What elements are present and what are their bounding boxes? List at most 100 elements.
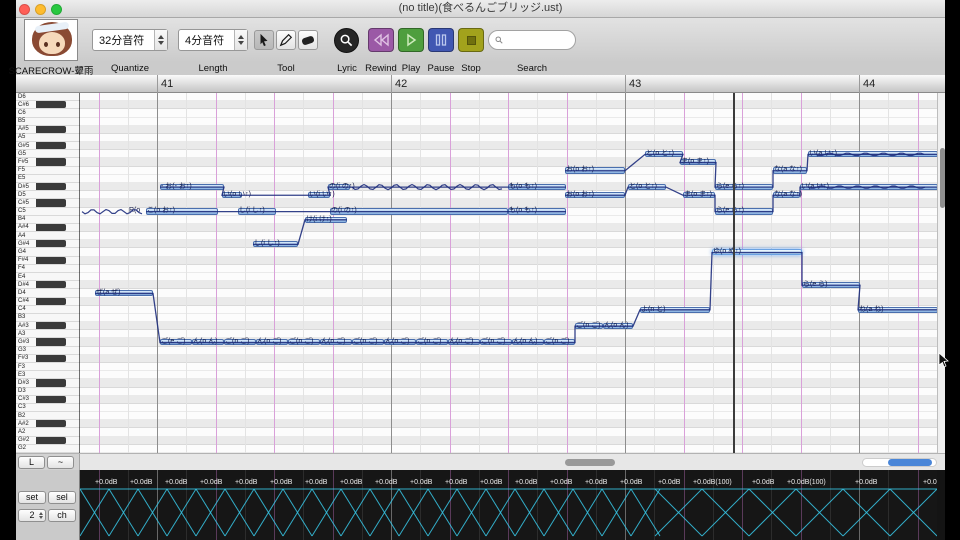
envelope-scrollbar-thumb[interactable] bbox=[888, 459, 932, 466]
piano-key-F#3[interactable]: F#3 bbox=[16, 354, 80, 363]
piano-key-A#3[interactable]: A#3 bbox=[16, 322, 80, 331]
piano-key-D5[interactable]: D5 bbox=[16, 191, 80, 200]
piano-key-A#2[interactable]: A#2 bbox=[16, 420, 80, 429]
piano-key-A#5[interactable]: A#5 bbox=[16, 125, 80, 134]
note-lyric: な(a な↑) bbox=[774, 190, 802, 198]
close-window-button[interactable] bbox=[19, 3, 30, 15]
note[interactable] bbox=[330, 208, 508, 215]
length-stepper[interactable] bbox=[234, 30, 247, 50]
piano-key-F#4[interactable]: F#4 bbox=[16, 256, 80, 265]
channel-number-stepper[interactable]: 2 bbox=[18, 509, 46, 522]
envelope-gain-label: +0.0dB(100) bbox=[693, 479, 732, 486]
measure-ruler[interactable]: 41 42 43 44 bbox=[16, 75, 945, 93]
piano-key-G5[interactable]: G5 bbox=[16, 150, 80, 159]
sel-button[interactable]: sel bbox=[48, 491, 76, 504]
set-button[interactable]: set bbox=[18, 491, 46, 504]
envelope-grid-line bbox=[537, 470, 539, 540]
stop-button[interactable] bbox=[458, 28, 484, 52]
piano-key-G#3[interactable]: G#3 bbox=[16, 338, 80, 347]
piano-key-G#2[interactable]: G#2 bbox=[16, 436, 80, 445]
note-lyric: け(i け↑) bbox=[306, 215, 332, 223]
piano-key-F4[interactable]: F4 bbox=[16, 265, 80, 273]
piano-key-A#4[interactable]: A#4 bbox=[16, 223, 80, 233]
length-select[interactable]: 4分音符 bbox=[178, 29, 248, 51]
piano-key-G2[interactable]: G2 bbox=[16, 445, 80, 453]
piano-key-G4[interactable]: G4 bbox=[16, 248, 80, 257]
envelope-editor[interactable]: +0.0dB +0.0dB +0.0dB +0.0dB +0.0dB +0.0dB +0.0… bbox=[80, 470, 937, 540]
play-button[interactable] bbox=[398, 28, 424, 52]
mode-tilde-button[interactable]: ~ bbox=[47, 455, 74, 469]
note-lyric: R(o bbox=[129, 207, 141, 215]
minimize-window-button[interactable] bbox=[35, 3, 46, 15]
quantize-stepper[interactable] bbox=[154, 30, 167, 50]
piano-key-A3[interactable]: A3 bbox=[16, 330, 80, 339]
playhead[interactable] bbox=[733, 93, 735, 453]
piano-key-D#3[interactable]: D#3 bbox=[16, 379, 80, 388]
zoom-window-button[interactable] bbox=[51, 3, 62, 15]
piano-key-F#5[interactable]: F#5 bbox=[16, 158, 80, 167]
grid-line bbox=[566, 93, 568, 453]
grid-line bbox=[303, 93, 305, 453]
piano-key-C#6[interactable]: C#6 bbox=[16, 101, 80, 110]
piano-key-D#4[interactable]: D#4 bbox=[16, 281, 80, 290]
envelope-gain-label: +0.0dB bbox=[200, 479, 223, 486]
piano-key-C4[interactable]: C4 bbox=[16, 306, 80, 314]
piano-key-G#5[interactable]: G#5 bbox=[16, 142, 80, 151]
grid-line bbox=[917, 93, 919, 453]
piano-key-E5[interactable]: E5 bbox=[16, 175, 80, 183]
piano-key-F3[interactable]: F3 bbox=[16, 363, 80, 372]
piano-key-B3[interactable]: B3 bbox=[16, 314, 80, 323]
piano-key-C3[interactable]: C3 bbox=[16, 404, 80, 413]
search-input[interactable] bbox=[507, 34, 569, 46]
piano-key-G3[interactable]: G3 bbox=[16, 347, 80, 355]
piano-key-F5[interactable]: F5 bbox=[16, 167, 80, 175]
piano-key-A4[interactable]: A4 bbox=[16, 232, 80, 241]
piano-key-B5[interactable]: B5 bbox=[16, 118, 80, 126]
pause-button[interactable] bbox=[428, 28, 454, 52]
vertical-scrollbar[interactable] bbox=[937, 93, 945, 453]
eraser-tool-button[interactable] bbox=[298, 30, 318, 50]
measure-number: 42 bbox=[395, 78, 408, 90]
ch-button[interactable]: ch bbox=[48, 509, 76, 522]
piano-key-D4[interactable]: D4 bbox=[16, 289, 80, 298]
piano-key-B4[interactable]: B4 bbox=[16, 216, 80, 224]
note-lyric: ご(n ご) bbox=[576, 321, 601, 329]
lyric-button[interactable] bbox=[334, 28, 359, 53]
voicebank-avatar[interactable] bbox=[24, 19, 78, 61]
piano-key-G#4[interactable]: G#4 bbox=[16, 240, 80, 249]
horizontal-scrollbar-thumb[interactable] bbox=[565, 459, 615, 466]
pencil-tool-button[interactable] bbox=[276, 30, 296, 50]
black-key-bar bbox=[36, 101, 66, 109]
mode-l-button[interactable]: L bbox=[18, 455, 45, 469]
grid-line bbox=[127, 93, 129, 453]
piano-key-C5[interactable]: C5 bbox=[16, 208, 80, 216]
piano-key-C#5[interactable]: C#5 bbox=[16, 199, 80, 208]
piano-key-E4[interactable]: E4 bbox=[16, 273, 80, 282]
piano-key-A5[interactable]: A5 bbox=[16, 134, 80, 143]
key-label: G4 bbox=[18, 248, 27, 255]
piano-key-E3[interactable]: E3 bbox=[16, 371, 80, 380]
piano-key-C6[interactable]: C6 bbox=[16, 109, 80, 118]
quantize-value: 32分音符 bbox=[99, 35, 145, 47]
quantize-select[interactable]: 32分音符 bbox=[92, 29, 168, 51]
piano-key-B2[interactable]: B2 bbox=[16, 412, 80, 421]
piano-key-C#3[interactable]: C#3 bbox=[16, 395, 80, 404]
envelope-grid-line bbox=[332, 470, 334, 540]
piano-key-D#5[interactable]: D#5 bbox=[16, 183, 80, 192]
piano-key-A2[interactable]: A2 bbox=[16, 428, 80, 437]
piano-key-D3[interactable]: D3 bbox=[16, 388, 80, 396]
rewind-button[interactable] bbox=[368, 28, 394, 52]
channel-stepper-arrows[interactable] bbox=[39, 512, 43, 519]
vertical-scrollbar-thumb[interactable] bbox=[939, 148, 945, 208]
key-label: F5 bbox=[18, 167, 26, 174]
key-label: E4 bbox=[18, 273, 26, 280]
toolbar-labels-row: SCARECROW-顰雨 Quantize Length Tool Lyric Rewin… bbox=[9, 62, 945, 77]
key-label: G2 bbox=[18, 445, 27, 452]
toolbar-label: Length bbox=[198, 63, 228, 74]
note-grid[interactable]: - お(- お↑) R(o こ(o お↑) い(o い↑) し(i し↑) し(i し↑)… bbox=[80, 93, 937, 453]
cursor-tool-button[interactable] bbox=[254, 30, 274, 50]
piano-key-D6[interactable]: D6 bbox=[16, 93, 80, 102]
piano-key-C#4[interactable]: C#4 bbox=[16, 297, 80, 306]
envelope-gain-label: +0.0dB bbox=[305, 479, 328, 486]
avatar-art-eye bbox=[44, 42, 48, 47]
